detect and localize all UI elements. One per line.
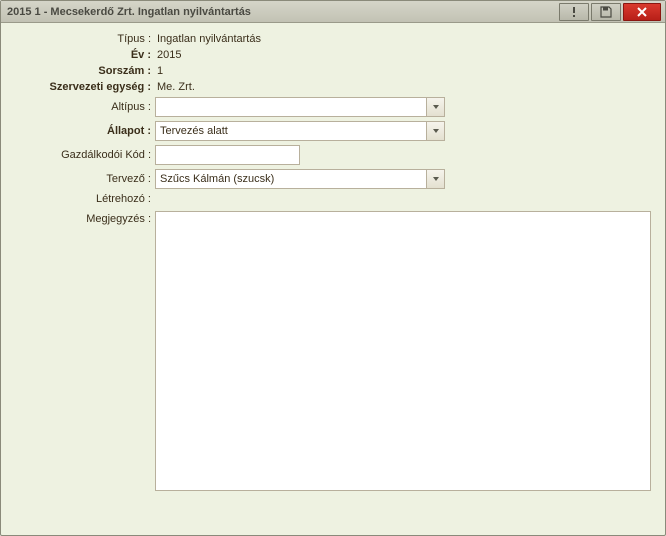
label-letrehozo: Létrehozó :	[15, 193, 155, 205]
row-megjegyzes: Megjegyzés :	[15, 211, 651, 491]
close-icon	[636, 6, 648, 18]
dropdown-arrow-altipus[interactable]	[426, 98, 444, 116]
dialog-window: 2015 1 - Mecsekerdő Zrt. Ingatlan nyilvá…	[0, 0, 666, 536]
input-tervezo[interactable]	[156, 170, 426, 188]
value-szervezeti: Me. Zrt.	[155, 81, 195, 93]
label-ev: Év :	[15, 49, 155, 61]
combo-altipus[interactable]	[155, 97, 445, 117]
label-gazdalkodoi: Gazdálkodói Kód :	[15, 149, 155, 161]
label-tervezo: Tervező :	[15, 173, 155, 185]
combo-tervezo[interactable]	[155, 169, 445, 189]
form-grid: Típus : Ingatlan nyilvántartás Év : 2015…	[15, 33, 651, 491]
row-szervezeti: Szervezeti egység : Me. Zrt.	[15, 81, 651, 93]
input-gazdalkodoi[interactable]	[155, 145, 300, 165]
row-altipus: Altípus :	[15, 97, 651, 117]
row-ev: Év : 2015	[15, 49, 651, 61]
chevron-down-icon	[432, 127, 440, 135]
row-sorszam: Sorszám : 1	[15, 65, 651, 77]
input-altipus[interactable]	[156, 98, 426, 116]
textarea-megjegyzes[interactable]	[155, 211, 651, 491]
label-szervezeti: Szervezeti egység :	[15, 81, 155, 93]
label-altipus: Altípus :	[15, 101, 155, 113]
label-sorszam: Sorszám :	[15, 65, 155, 77]
row-tipus: Típus : Ingatlan nyilvántartás	[15, 33, 651, 45]
row-allapot: Állapot :	[15, 121, 651, 141]
value-sorszam: 1	[155, 65, 163, 77]
label-allapot: Állapot :	[15, 125, 155, 137]
combo-allapot[interactable]	[155, 121, 445, 141]
chevron-down-icon	[432, 175, 440, 183]
label-tipus: Típus :	[15, 33, 155, 45]
row-letrehozo: Létrehozó :	[15, 193, 651, 205]
label-megjegyzes: Megjegyzés :	[15, 211, 155, 225]
value-ev: 2015	[155, 49, 181, 61]
titlebar: 2015 1 - Mecsekerdő Zrt. Ingatlan nyilvá…	[1, 1, 665, 23]
titlebar-close-button[interactable]	[623, 3, 661, 21]
titlebar-warn-button[interactable]	[559, 3, 589, 21]
dropdown-arrow-allapot[interactable]	[426, 122, 444, 140]
dialog-body: Típus : Ingatlan nyilvántartás Év : 2015…	[1, 23, 665, 535]
titlebar-save-button[interactable]	[591, 3, 621, 21]
row-gazdalkodoi: Gazdálkodói Kód :	[15, 145, 651, 165]
value-tipus: Ingatlan nyilvántartás	[155, 33, 261, 45]
save-icon	[600, 6, 612, 18]
row-tervezo: Tervező :	[15, 169, 651, 189]
warn-icon	[568, 6, 580, 18]
input-allapot[interactable]	[156, 122, 426, 140]
chevron-down-icon	[432, 103, 440, 111]
window-title: 2015 1 - Mecsekerdő Zrt. Ingatlan nyilvá…	[7, 6, 557, 18]
dropdown-arrow-tervezo[interactable]	[426, 170, 444, 188]
